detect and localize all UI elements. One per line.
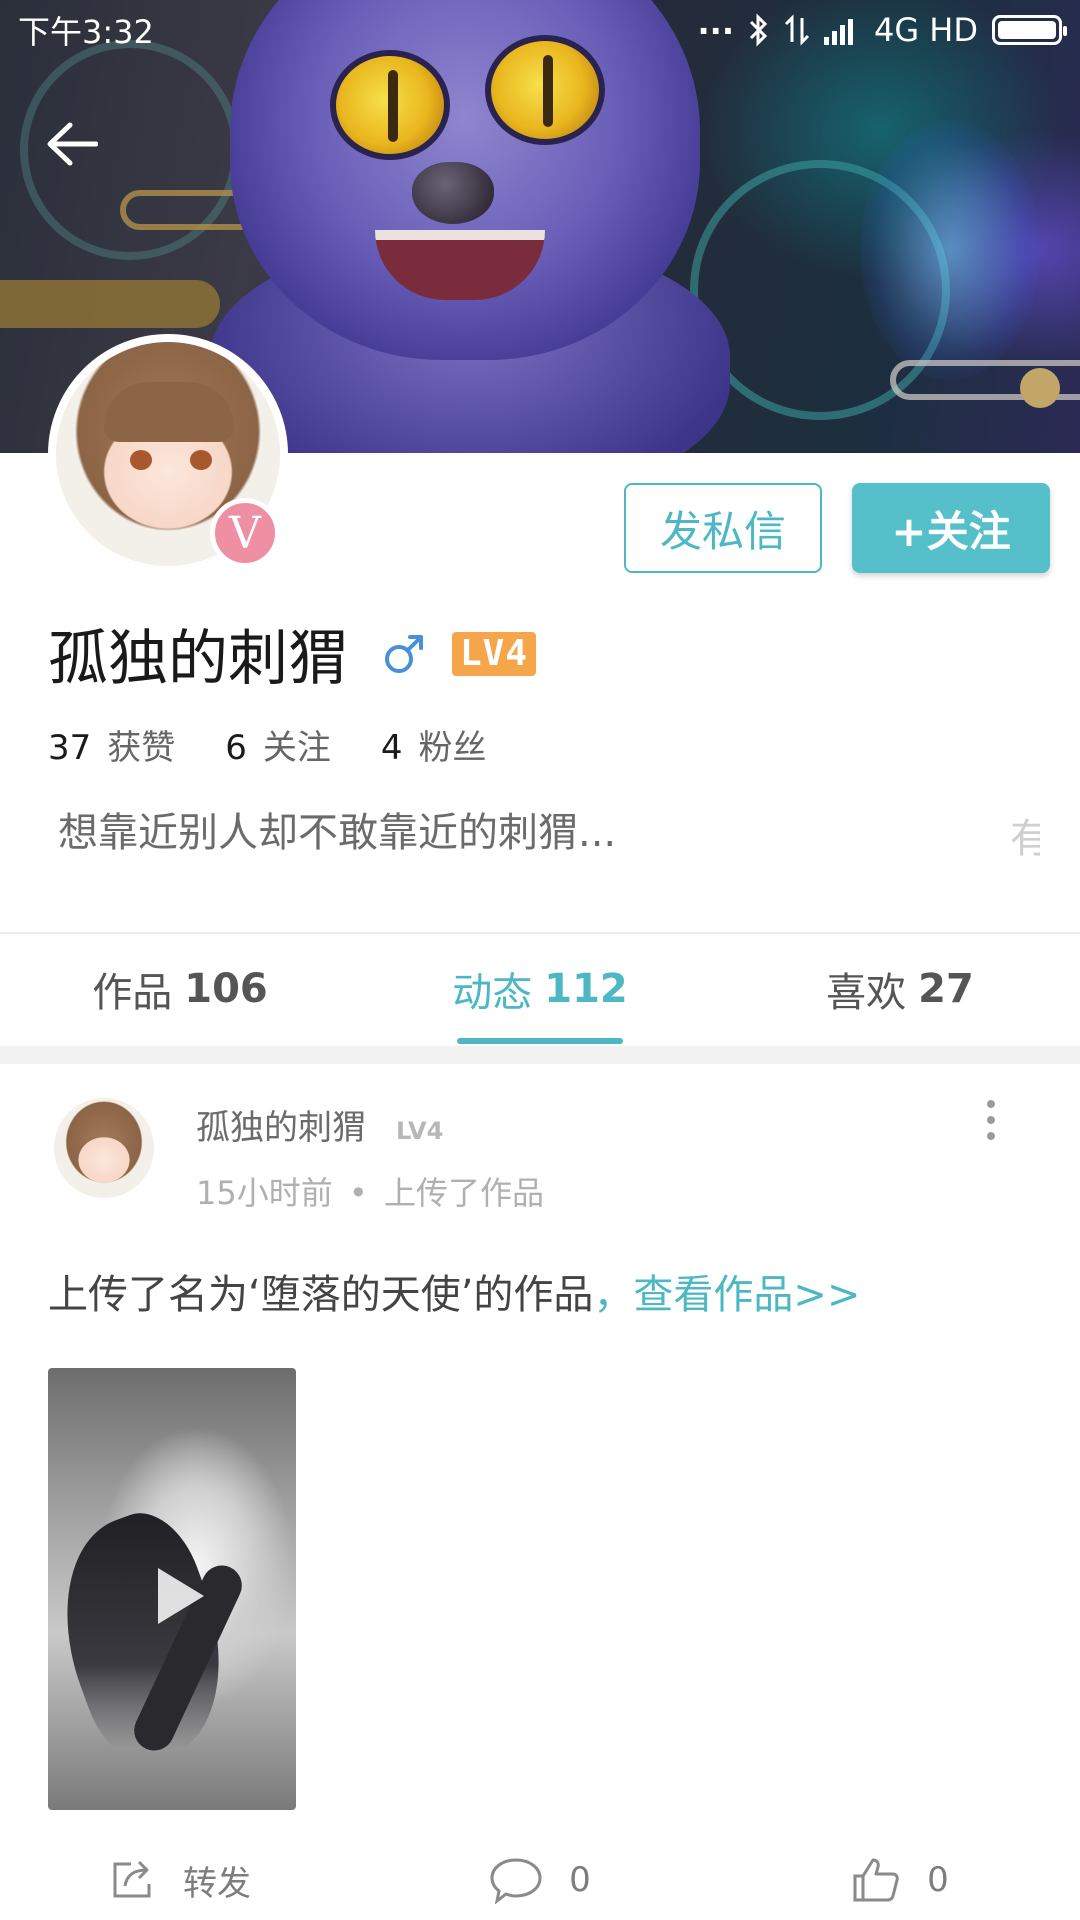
followers-label[interactable]: 粉丝 xyxy=(419,720,487,769)
likes-received-count: 37 xyxy=(48,728,92,768)
verified-badge: V xyxy=(210,498,280,568)
tab-likes-count: 27 xyxy=(918,966,974,1012)
comment-icon xyxy=(490,1858,542,1904)
post-action-bar: 转发 0 0 xyxy=(0,1840,1080,1920)
post-time: 15小时前 xyxy=(196,1174,333,1212)
tab-works-count: 106 xyxy=(184,966,268,1012)
follow-button[interactable]: +关注 xyxy=(852,483,1050,573)
post-body: 上传了名为‘堕落的天使’的作品 xyxy=(48,1272,594,1318)
section-separator xyxy=(0,1046,1080,1064)
share-icon xyxy=(113,1860,151,1898)
bluetooth-icon xyxy=(749,13,768,47)
status-more-dots: ... xyxy=(697,4,734,42)
post-header: 孤独的刺猬 LV4 xyxy=(196,1100,443,1149)
level-badge: LV4 xyxy=(452,631,537,676)
post-action: 上传了作品 xyxy=(383,1174,544,1212)
comment-button[interactable]: 0 xyxy=(360,1840,720,1920)
status-bar: 下午3:32 ... 4G HD xyxy=(0,0,1080,60)
post-author-level: LV4 xyxy=(396,1117,444,1145)
network-type: 4G HD xyxy=(873,11,978,49)
more-vertical-icon[interactable] xyxy=(976,1098,1006,1142)
bio-overflow-text: 有 xyxy=(1010,816,1040,862)
post-meta: 15小时前 • 上传了作品 xyxy=(196,1168,544,1214)
send-message-button[interactable]: 发私信 xyxy=(624,483,822,573)
post-video-thumbnail[interactable] xyxy=(48,1368,296,1810)
profile-page: 下午3:32 ... 4G HD V 发私信 +关注 孤独的刺猬 LV4 37 … xyxy=(0,0,1080,1920)
profile-bio: 想靠近别人却不敢靠近的刺猬... xyxy=(58,810,617,856)
play-icon[interactable] xyxy=(152,1564,208,1628)
data-arrows-icon xyxy=(784,14,810,46)
followers-count: 4 xyxy=(380,728,403,768)
post-author-name[interactable]: 孤独的刺猬 xyxy=(196,1100,366,1149)
tab-likes[interactable]: 喜欢 27 xyxy=(720,934,1080,1044)
battery-icon xyxy=(992,15,1067,45)
like-count: 0 xyxy=(927,1860,949,1900)
likes-received-label[interactable]: 获赞 xyxy=(107,720,175,769)
following-count: 6 xyxy=(225,728,247,768)
like-icon xyxy=(853,1858,899,1902)
post-author-avatar[interactable] xyxy=(54,1098,154,1198)
male-icon xyxy=(385,634,423,673)
back-arrow-icon xyxy=(47,122,98,166)
back-button[interactable] xyxy=(40,112,104,176)
post-meta-separator: • xyxy=(348,1174,368,1212)
tab-activity[interactable]: 动态 112 xyxy=(360,934,720,1044)
comment-count: 0 xyxy=(569,1860,591,1900)
following-label[interactable]: 关注 xyxy=(263,720,331,769)
share-button[interactable]: 转发 xyxy=(0,1840,360,1920)
share-label: 转发 xyxy=(183,1863,251,1904)
tab-activity-count: 112 xyxy=(544,966,628,1012)
profile-tabs: 作品 106 动态 112 喜欢 27 xyxy=(0,934,1080,1044)
tab-likes-label: 喜欢 xyxy=(826,970,907,1016)
like-button[interactable]: 0 xyxy=(720,1840,1080,1920)
profile-username: 孤独的刺猬 xyxy=(48,624,348,694)
signal-icon xyxy=(823,19,853,45)
profile-stats: 37 获赞 6 关注 4 粉丝 xyxy=(48,720,537,769)
view-work-link[interactable]: ，查看作品>> xyxy=(593,1272,860,1318)
status-time: 下午3:32 xyxy=(18,13,154,51)
tab-works[interactable]: 作品 106 xyxy=(0,934,360,1044)
tab-works-label: 作品 xyxy=(92,970,173,1016)
profile-name-row: 孤独的刺猬 LV4 xyxy=(48,610,537,697)
tab-activity-label: 动态 xyxy=(452,970,533,1016)
post-text: 上传了名为‘堕落的天使’的作品，查看作品>> xyxy=(48,1262,860,1320)
